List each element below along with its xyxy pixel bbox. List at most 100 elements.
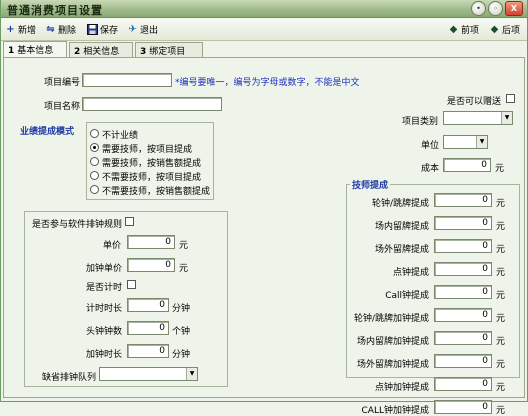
cost-label: 成本 (421, 164, 440, 174)
name-label: 项目名称 (44, 102, 81, 112)
head-count-label: 头钟钟数 (86, 327, 123, 337)
dropdown-arrow-icon: ▼ (501, 112, 512, 124)
perf-radio-tech-item[interactable] (90, 143, 99, 152)
exit-icon: ✈ (128, 24, 137, 35)
arrow-right-icon: ◆ (490, 24, 499, 35)
perf-radio-notech-sales[interactable] (90, 185, 99, 194)
gift-checkbox[interactable] (506, 94, 515, 103)
perf-option-label: 需要技师，按项目提成 (102, 145, 193, 155)
app-window: 普通消费项目设置 • ◦ X + 新增 ⇋ 删除 保存 ✈ 退出 ◆ 前项 ◆ … (0, 0, 528, 416)
price-input[interactable]: 0 (127, 235, 175, 249)
save-button-label: 保存 (100, 26, 119, 36)
basic-info-panel: 项目编号 *编号要唯一，编号为字母或数字，不能是中文 项目名称 是否可以赠送 项… (3, 57, 525, 416)
clock-rules-group (24, 211, 228, 387)
new-button[interactable]: + 新增 (5, 22, 36, 37)
minimize-icon[interactable]: • (471, 0, 486, 16)
extra-duration-label: 加钟时长 (86, 350, 123, 360)
window-controls: • ◦ X (471, 0, 523, 16)
commission-unit: 元 (496, 291, 506, 301)
cost-unit: 元 (495, 164, 505, 174)
commission-unit: 元 (496, 222, 506, 232)
cost-input[interactable]: 0 (443, 158, 491, 172)
commission-unit: 元 (496, 383, 506, 393)
delete-icon: ⇋ (46, 24, 55, 35)
commission-input[interactable]: 0 (434, 354, 492, 368)
save-icon (87, 24, 98, 35)
commission-unit: 元 (496, 337, 506, 347)
prev-button-label: 前项 (461, 26, 480, 36)
commission-label: 场内留牌加钟提成 (356, 337, 429, 347)
save-button[interactable]: 保存 (87, 22, 118, 37)
exit-button[interactable]: ✈ 退出 (127, 22, 158, 37)
queue-select[interactable]: ▼ (99, 367, 198, 381)
unit-select[interactable]: ▼ (443, 135, 488, 149)
duration-label: 计时时长 (86, 304, 123, 314)
commission-label: 场外留牌提成 (374, 245, 429, 255)
prev-button[interactable]: ◆ 前项 (448, 22, 479, 37)
next-button[interactable]: ◆ 后项 (489, 22, 520, 37)
plus-icon: + (6, 24, 15, 35)
perf-radio-notech-item[interactable] (90, 171, 99, 180)
commission-input[interactable]: 0 (434, 239, 492, 253)
timed-checkbox[interactable] (127, 280, 136, 289)
commission-input[interactable]: 0 (434, 216, 492, 230)
tab-bound-items[interactable]: 3 绑定项目 (135, 42, 203, 57)
restore-icon[interactable]: ◦ (488, 0, 503, 16)
tab-label: 相关信息 (83, 47, 120, 57)
name-input[interactable] (82, 97, 222, 111)
dropdown-arrow-icon: ▼ (476, 136, 487, 148)
perf-option-label: 不需要技师，按销售额提成 (102, 187, 211, 197)
commission-unit: 元 (496, 245, 506, 255)
delete-button[interactable]: ⇋ 删除 (45, 22, 76, 37)
extra-duration-input[interactable]: 0 (127, 344, 169, 358)
perf-mode-title: 业绩提成模式 (20, 127, 75, 137)
arrow-left-icon: ◆ (449, 24, 458, 35)
perf-option-label: 不计业绩 (102, 131, 139, 141)
toolbar: + 新增 ⇋ 删除 保存 ✈ 退出 ◆ 前项 ◆ 后项 (1, 19, 527, 41)
extra-price-label: 加钟单价 (86, 264, 123, 274)
commission-label: 点钟加钟提成 (374, 383, 429, 393)
timed-label: 是否计时 (86, 283, 123, 293)
commission-input[interactable]: 0 (434, 262, 492, 276)
extra-duration-unit: 分钟 (172, 350, 191, 360)
title-bar[interactable]: 普通消费项目设置 • ◦ X (1, 0, 527, 18)
delete-button-label: 删除 (58, 26, 77, 36)
join-rule-checkbox[interactable] (125, 217, 134, 226)
exit-button-label: 退出 (140, 26, 159, 36)
dropdown-arrow-icon: ▼ (186, 368, 197, 380)
commission-unit: 元 (496, 406, 506, 416)
category-select[interactable]: ▼ (443, 111, 513, 125)
commission-input[interactable]: 0 (434, 308, 492, 322)
window-title: 普通消费项目设置 (7, 4, 103, 17)
close-button[interactable]: X (505, 0, 523, 16)
code-input[interactable] (82, 73, 172, 87)
extra-price-input[interactable]: 0 (127, 258, 175, 272)
commission-label: CALL钟加钟提成 (361, 406, 429, 416)
perf-radio-none[interactable] (90, 129, 99, 138)
code-note: *编号要唯一，编号为字母或数字，不能是中文 (175, 78, 360, 88)
head-count-input[interactable]: 0 (127, 321, 169, 335)
code-label: 项目编号 (44, 78, 81, 88)
extra-price-unit: 元 (179, 264, 189, 274)
price-label: 单价 (103, 241, 122, 251)
join-rule-label: 是否参与软件排钟规则 (32, 220, 123, 230)
tab-label: 绑定项目 (149, 47, 186, 57)
queue-label: 缺省排钟队列 (42, 373, 97, 383)
commission-unit: 元 (496, 199, 506, 209)
tab-number: 3 (140, 47, 147, 57)
duration-input[interactable]: 0 (127, 298, 169, 312)
commission-input[interactable]: 0 (434, 285, 492, 299)
tab-basic-info[interactable]: 1 基本信息 (3, 41, 67, 57)
commission-input[interactable]: 0 (434, 377, 492, 391)
perf-option-label: 需要技师，按销售额提成 (102, 159, 202, 169)
commission-label: 轮钟/跳牌加钟提成 (353, 314, 429, 324)
tab-related-info[interactable]: 2 相关信息 (69, 42, 133, 57)
commission-input[interactable]: 0 (434, 331, 492, 345)
commission-group (346, 184, 520, 378)
tab-label: 基本信息 (17, 46, 54, 56)
perf-radio-tech-sales[interactable] (90, 157, 99, 166)
commission-input[interactable]: 0 (434, 193, 492, 207)
commission-input[interactable]: 0 (434, 400, 492, 414)
duration-unit: 分钟 (172, 304, 191, 314)
gift-label: 是否可以赠送 (447, 97, 502, 107)
